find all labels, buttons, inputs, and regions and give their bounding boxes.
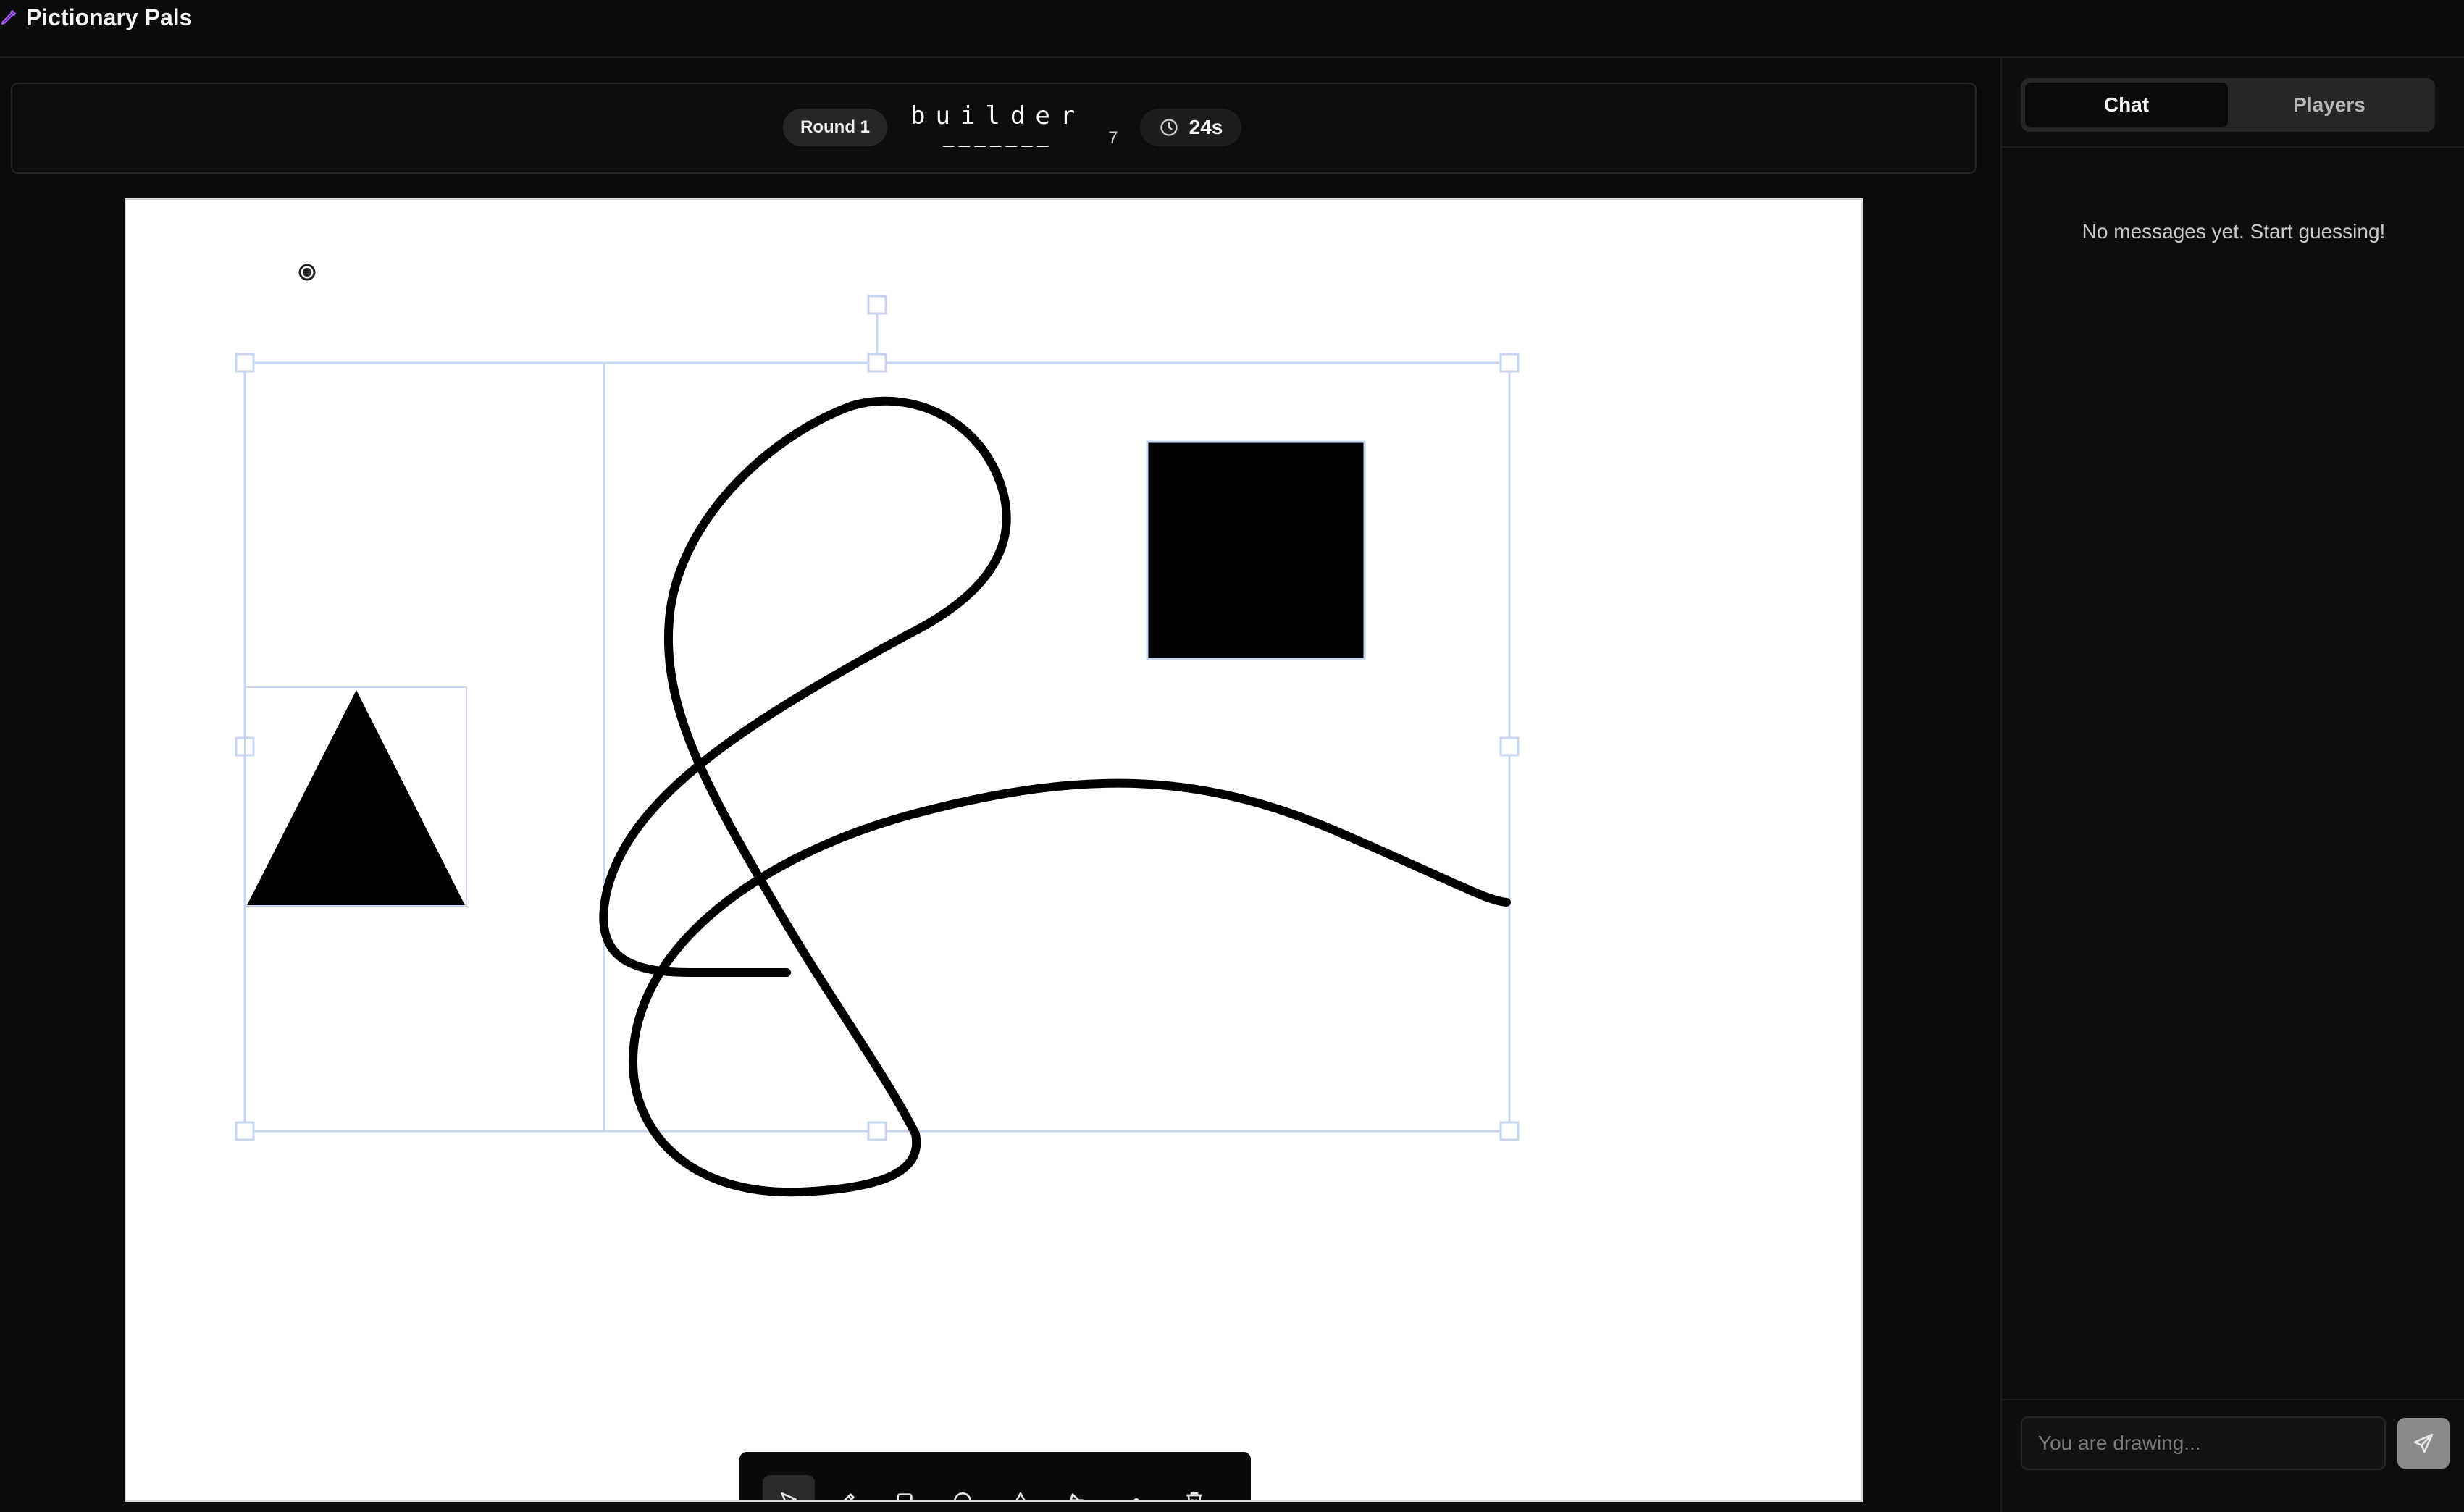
round-badge: Round 1	[783, 109, 887, 146]
pencil-tool-button[interactable]	[821, 1475, 873, 1500]
fill-tool-button[interactable]	[1052, 1475, 1105, 1500]
triangle-icon	[1015, 1492, 1026, 1500]
sidebar: Chat Players No messages yet. Start gues…	[2000, 58, 2464, 1512]
brush-cursor-dot	[303, 268, 311, 277]
clock-icon	[1160, 119, 1178, 136]
letter-count: 7	[1108, 128, 1118, 148]
drawing-toolbar	[739, 1452, 1251, 1500]
tab-players[interactable]: Players	[2228, 83, 2431, 127]
app-root: Pictionary Pals Round 1 builder _______ …	[0, 0, 2464, 1512]
resize-handle-bc[interactable]	[867, 1121, 887, 1141]
top-bar: Pictionary Pals	[0, 0, 2464, 58]
brush-size-tool-button[interactable]	[1110, 1475, 1162, 1500]
round-header: Round 1 builder _______ 7 24s	[11, 83, 1977, 174]
timer-value: 24s	[1189, 116, 1223, 138]
pencil-logo-icon	[1, 9, 17, 25]
circle-tool-button[interactable]	[936, 1475, 989, 1500]
selection-box[interactable]	[235, 295, 1520, 1141]
drawing-canvas[interactable]	[125, 198, 1863, 1502]
resize-handle-mr[interactable]	[1499, 736, 1520, 757]
chat-empty-message: No messages yet. Start guessing!	[2082, 220, 2386, 243]
trash-icon	[1186, 1492, 1202, 1500]
pencil-icon	[843, 1493, 855, 1500]
sidebar-tabs: Chat Players	[2021, 78, 2435, 132]
rectangle-tool-button[interactable]	[879, 1475, 931, 1500]
chat-input[interactable]	[2021, 1416, 2386, 1470]
rotate-handle[interactable]	[867, 295, 887, 315]
brand[interactable]: Pictionary Pals	[0, 4, 192, 31]
select-tool-button[interactable]	[763, 1475, 815, 1500]
game-area: Round 1 builder _______ 7 24s	[0, 58, 2000, 1512]
resize-handle-tr[interactable]	[1499, 353, 1520, 373]
secret-word: builder _______	[910, 101, 1085, 148]
resize-handle-bl[interactable]	[235, 1121, 255, 1141]
circle-icon	[954, 1492, 971, 1500]
paint-bucket-icon	[1069, 1493, 1084, 1500]
app-title: Pictionary Pals	[26, 4, 193, 30]
timer-badge: 24s	[1139, 109, 1242, 146]
freehand-stroke[interactable]	[599, 396, 1511, 1197]
word-dashes: _______	[942, 126, 1053, 148]
tab-chat[interactable]: Chat	[2025, 83, 2228, 127]
square-shape[interactable]	[1146, 440, 1366, 660]
square-icon	[897, 1493, 913, 1500]
cursor-arrow-icon	[781, 1492, 797, 1500]
resize-handle-tl[interactable]	[235, 353, 255, 373]
resize-handle-tc[interactable]	[867, 353, 887, 373]
chat-footer-divider	[2002, 1399, 2464, 1400]
send-button[interactable]	[2397, 1418, 2450, 1469]
canvas-drawing[interactable]	[126, 200, 1863, 1502]
small-dot-icon	[1133, 1498, 1139, 1500]
round-info: Round 1 builder _______ 7 24s	[783, 101, 1242, 149]
triangle-shape[interactable]	[247, 690, 465, 905]
triangle-tool-button[interactable]	[994, 1475, 1047, 1500]
clear-tool-button[interactable]	[1168, 1475, 1220, 1500]
send-icon	[2413, 1433, 2434, 1453]
panel-divider	[2002, 146, 2464, 148]
resize-handle-br[interactable]	[1499, 1121, 1520, 1141]
